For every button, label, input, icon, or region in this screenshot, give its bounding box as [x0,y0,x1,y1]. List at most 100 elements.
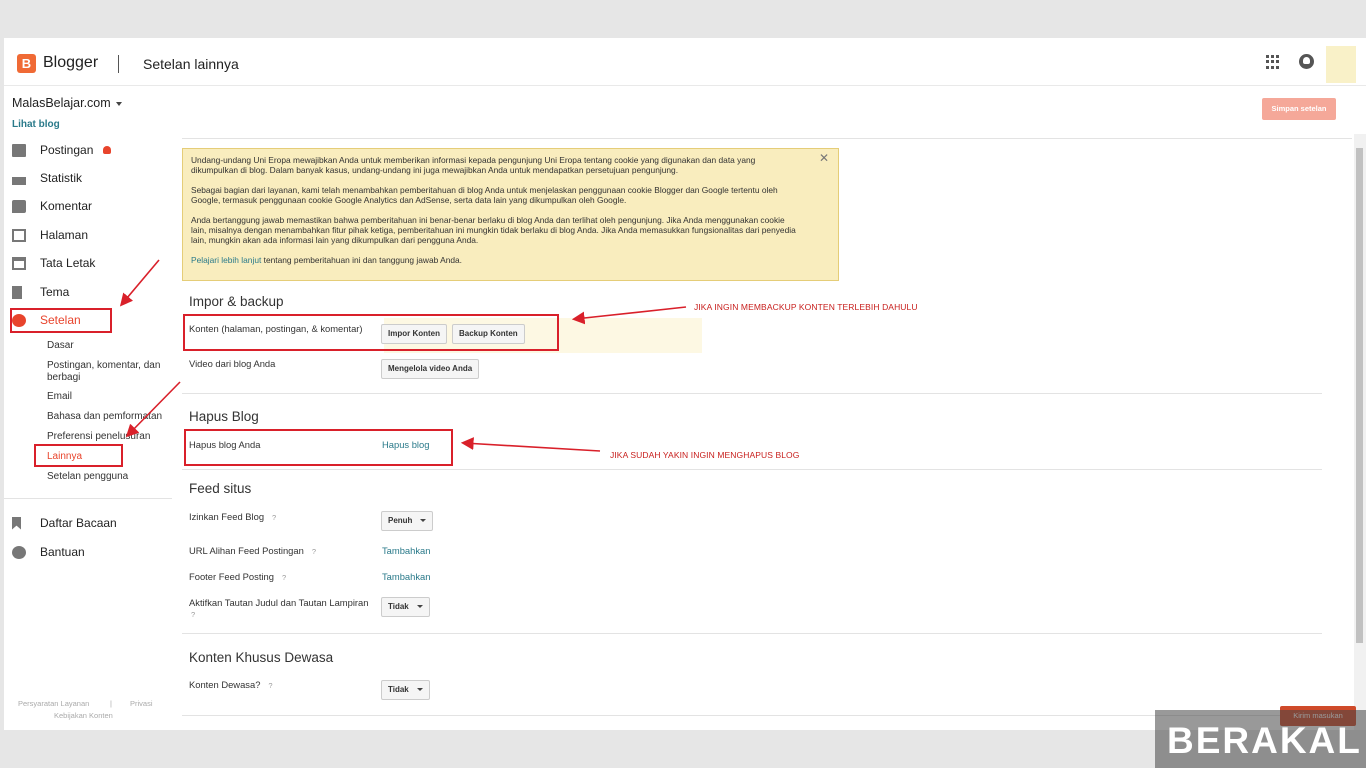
section-divider [182,633,1322,634]
sidebar-item-label: Postingan [40,143,94,157]
footer-separator: | [110,699,112,708]
privacy-link[interactable]: Privasi [130,699,153,708]
import-backup-title: Impor & backup [189,294,284,309]
scrollbar[interactable] [1354,134,1366,730]
enclosure-links-label: Aktifkan Tautan Judul dan Tautan Lampira… [189,597,368,620]
adult-content-label: Konten Dewasa?? [189,679,273,691]
allow-feed-label: Izinkan Feed Blog? [189,511,276,523]
notice-paragraph: Anda bertanggung jawab memastikan bahwa … [191,214,796,246]
settings-sub-email[interactable]: Email [47,391,167,403]
sidebar-item-label: Statistik [40,171,83,185]
settings-sub-search[interactable]: Preferensi penelusuran [47,431,167,443]
alert-bell-icon [103,146,112,154]
blogger-app: B Blogger Setelan lainnya MalasBelajar.c… [4,38,1366,730]
enclosure-links-select[interactable]: Tidak [381,597,430,617]
annotation-box-other [34,444,123,467]
allow-feed-value: Penuh [388,516,413,525]
help-question-icon[interactable]: ? [268,681,272,690]
brand-name[interactable]: Blogger [43,54,98,72]
sidebar-item-reading-list[interactable]: Daftar Bacaan [12,513,117,533]
settings-sub-basic[interactable]: Dasar [47,340,167,352]
eu-cookie-notice: ✕ Undang-undang Uni Eropa mewajibkan And… [182,148,839,281]
help-question-icon[interactable]: ? [312,547,316,556]
arrow-to-other [125,381,181,438]
enclosure-links-value: Tidak [388,602,409,611]
settings-sub-language[interactable]: Bahasa dan pemformatan [47,411,167,423]
feed-footer-add-link[interactable]: Tambahkan [382,571,430,582]
arrow-to-delete [460,437,601,452]
feed-title: Feed situs [189,481,252,496]
annotation-backup-text: JIKA INGIN MEMBACKUP KONTEN TERLEBIH DAH… [694,302,918,312]
sidebar-item-label: Komentar [40,199,93,213]
sidebar-item-layout[interactable]: Tata Letak [12,253,95,273]
sidebar-item-label: Tata Letak [40,256,96,270]
settings-sub-users[interactable]: Setelan pengguna [47,471,167,483]
arrow-to-settings [119,259,160,307]
sidebar-item-label: Halaman [40,228,89,242]
page-title: Setelan lainnya [143,56,239,72]
annotation-arrows [119,259,687,452]
annotation-box-delete [184,429,453,466]
annotation-box-settings [10,308,112,333]
blog-selector[interactable]: MalasBelajar.com [12,96,122,110]
blog-name: MalasBelajar.com [12,96,111,110]
chevron-down-icon [115,101,122,106]
content-policy-link[interactable]: Kebijakan Konten [54,711,113,720]
avatar[interactable] [1326,46,1356,83]
allow-feed-select[interactable]: Penuh [381,511,434,531]
help-question-icon[interactable]: ? [272,513,276,522]
adult-content-select[interactable]: Tidak [381,680,430,700]
manage-videos-button[interactable]: Mengelola video Anda [381,359,480,379]
header-divider [118,55,119,73]
sidebar-item-theme[interactable]: Tema [12,282,69,302]
sidebar-item-help[interactable]: Bantuan [12,542,85,562]
berakal-watermark: BERAKAL [1155,710,1366,768]
notifications-bell-icon[interactable] [1299,54,1314,69]
adult-content-value: Tidak [388,685,409,694]
learn-more-text: tentang pemberitahuan ini dan tanggung j… [261,254,463,265]
main-top-divider [182,138,1352,139]
redirect-feed-label: URL Alihan Feed Postingan? [189,545,316,557]
scrollbar-thumb[interactable] [1356,148,1363,643]
help-question-icon[interactable]: ? [282,573,286,582]
save-settings-button[interactable]: Simpan setelan [1262,98,1336,120]
screen-top-band [0,0,1366,38]
apps-grid-icon[interactable] [1266,55,1280,69]
posts-icon [12,143,26,157]
stats-icon [12,171,26,185]
section-divider [182,469,1322,470]
delete-blog-title: Hapus Blog [189,409,259,424]
notice-paragraph: Sebagai bagian dari layanan, kami telah … [191,184,778,206]
notice-learn-more: Pelajari lebih lanjut tentang pemberitah… [191,255,798,265]
help-question-icon[interactable]: ? [191,610,195,619]
allow-feed-text: Izinkan Feed Blog [189,511,265,522]
chevron-down-icon [416,688,423,692]
redirect-feed-text: URL Alihan Feed Postingan [189,545,304,556]
pages-icon [12,228,26,242]
redirect-feed-add-link[interactable]: Tambahkan [382,545,430,556]
feed-footer-text: Footer Feed Posting [189,571,274,582]
sidebar-item-comments[interactable]: Komentar [12,196,92,216]
blogger-logo-icon[interactable]: B [17,54,36,73]
annotation-box-backup [183,314,559,351]
sidebar-item-stats[interactable]: Statistik [12,168,82,188]
section-divider [182,393,1322,394]
sidebar-item-label: Daftar Bacaan [40,516,117,530]
adult-content-text: Konten Dewasa? [189,679,261,690]
video-label: Video dari blog Anda [189,358,276,369]
bookmark-icon [12,516,21,530]
sidebar-item-label: Bantuan [40,545,85,559]
comments-icon [12,199,26,213]
settings-sub-posts-comments[interactable]: Postingan, komentar, dan berbagi [47,360,167,384]
notice-paragraph: Undang-undang Uni Eropa mewajibkan Anda … [191,155,756,176]
layout-icon [12,256,26,270]
sidebar-item-label: Tema [40,285,70,299]
sidebar-item-pages[interactable]: Halaman [12,225,88,245]
app-header: B Blogger Setelan lainnya [4,38,1366,86]
close-icon[interactable]: ✕ [819,152,829,164]
learn-more-link[interactable]: Pelajari lebih lanjut [191,255,261,265]
view-blog-link[interactable]: Lihat blog [12,119,60,130]
help-icon [12,545,26,559]
terms-link[interactable]: Persyaratan Layanan [18,699,89,708]
sidebar-item-posts[interactable]: Postingan [12,140,112,160]
